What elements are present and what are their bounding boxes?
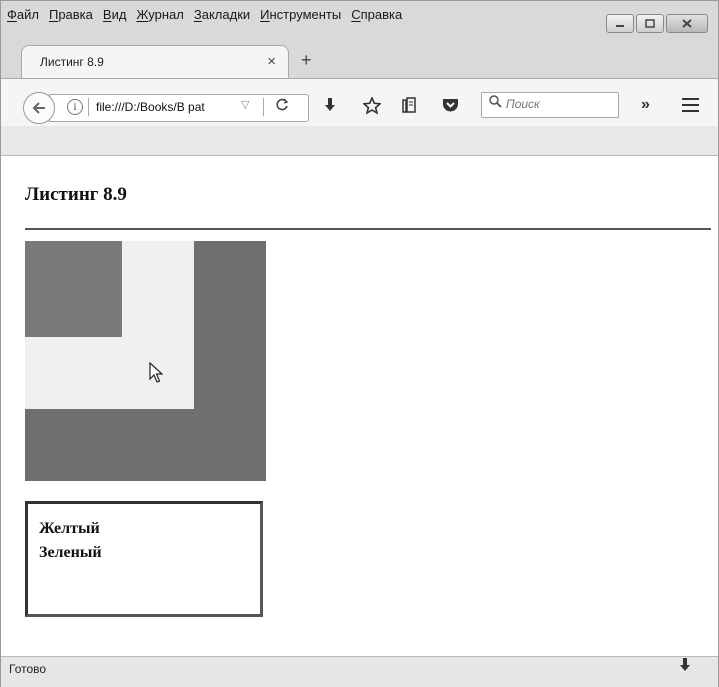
window-controls (606, 14, 708, 33)
pocket-icon[interactable] (442, 97, 459, 117)
search-placeholder: Поиск (506, 97, 540, 111)
minimize-icon (616, 24, 624, 27)
url-dropdown-icon[interactable]: ▽ (241, 98, 249, 111)
url-separator-2 (263, 98, 264, 116)
status-bar (1, 656, 718, 687)
new-tab-button[interactable]: + (301, 50, 312, 71)
menu-bar: Файл Правка Вид Журнал Закладки Инструме… (7, 7, 412, 25)
inner-square (25, 241, 122, 337)
horizontal-rule (25, 228, 711, 230)
reload-icon[interactable] (276, 98, 289, 114)
status-text: Готово (9, 662, 47, 676)
url-separator (88, 98, 89, 116)
maximize-button[interactable] (636, 14, 664, 33)
star-icon[interactable] (362, 95, 382, 119)
maximize-icon (645, 19, 655, 28)
hamburger-icon[interactable] (682, 98, 699, 116)
toolbar-spacer (1, 126, 718, 156)
menu-edit[interactable]: Правка (49, 7, 93, 25)
download-icon[interactable] (323, 97, 337, 118)
back-arrow-icon (32, 102, 45, 114)
back-button[interactable] (23, 92, 55, 124)
url-input[interactable]: file:///D:/Books/В раt (96, 100, 205, 114)
search-icon (489, 95, 502, 111)
menu-file[interactable]: Файл (7, 7, 39, 25)
page-title: Листинг 8.9 (25, 184, 127, 205)
menu-bookmarks[interactable]: Закладки (194, 7, 250, 25)
close-window-button[interactable] (666, 14, 708, 33)
textbox-line-yellow: Желтый (39, 520, 100, 537)
info-icon[interactable]: i (67, 99, 83, 115)
tab-active[interactable]: Листинг 8.9 × (21, 45, 289, 78)
textbox-line-green: Зеленый (39, 544, 102, 561)
overflow-menu-button[interactable]: » (641, 96, 650, 114)
menu-view[interactable]: Вид (103, 7, 127, 25)
menu-help[interactable]: Справка (351, 7, 402, 25)
mouse-cursor-icon (149, 361, 164, 389)
menu-history[interactable]: Журнал (136, 7, 183, 25)
close-icon (682, 19, 692, 28)
minimize-button[interactable] (606, 14, 634, 33)
browser-window: Файл Правка Вид Журнал Закладки Инструме… (0, 0, 719, 687)
menu-tools[interactable]: Инструменты (260, 7, 341, 25)
status-download-icon[interactable] (678, 657, 692, 678)
tab-title: Листинг 8.9 (40, 55, 104, 69)
library-icon[interactable] (401, 97, 417, 118)
tab-close-icon[interactable]: × (267, 53, 276, 70)
